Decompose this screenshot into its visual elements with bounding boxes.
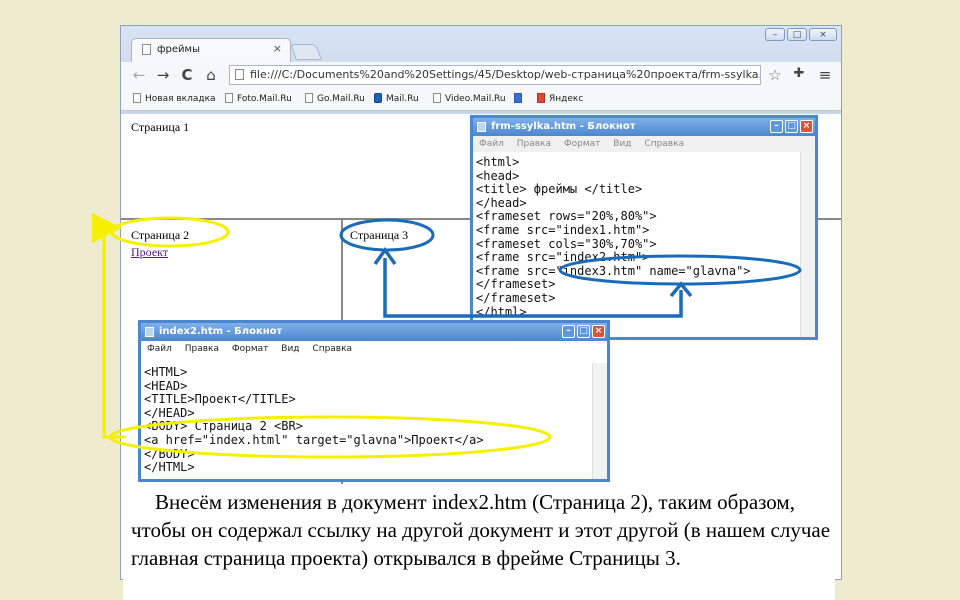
caption-box: Внесём изменения в документ index2.htm (… [123, 484, 835, 600]
caption-text: Внесём изменения в документ index2.htm (… [131, 490, 831, 570]
highlight-ellipse-frame [558, 254, 802, 286]
arrow-yellow [92, 213, 125, 439]
highlight-ellipse-page2 [110, 216, 230, 248]
highlight-ellipse-link [108, 415, 552, 459]
highlight-ellipse-page3 [339, 218, 435, 252]
arrow-blue [383, 258, 683, 318]
